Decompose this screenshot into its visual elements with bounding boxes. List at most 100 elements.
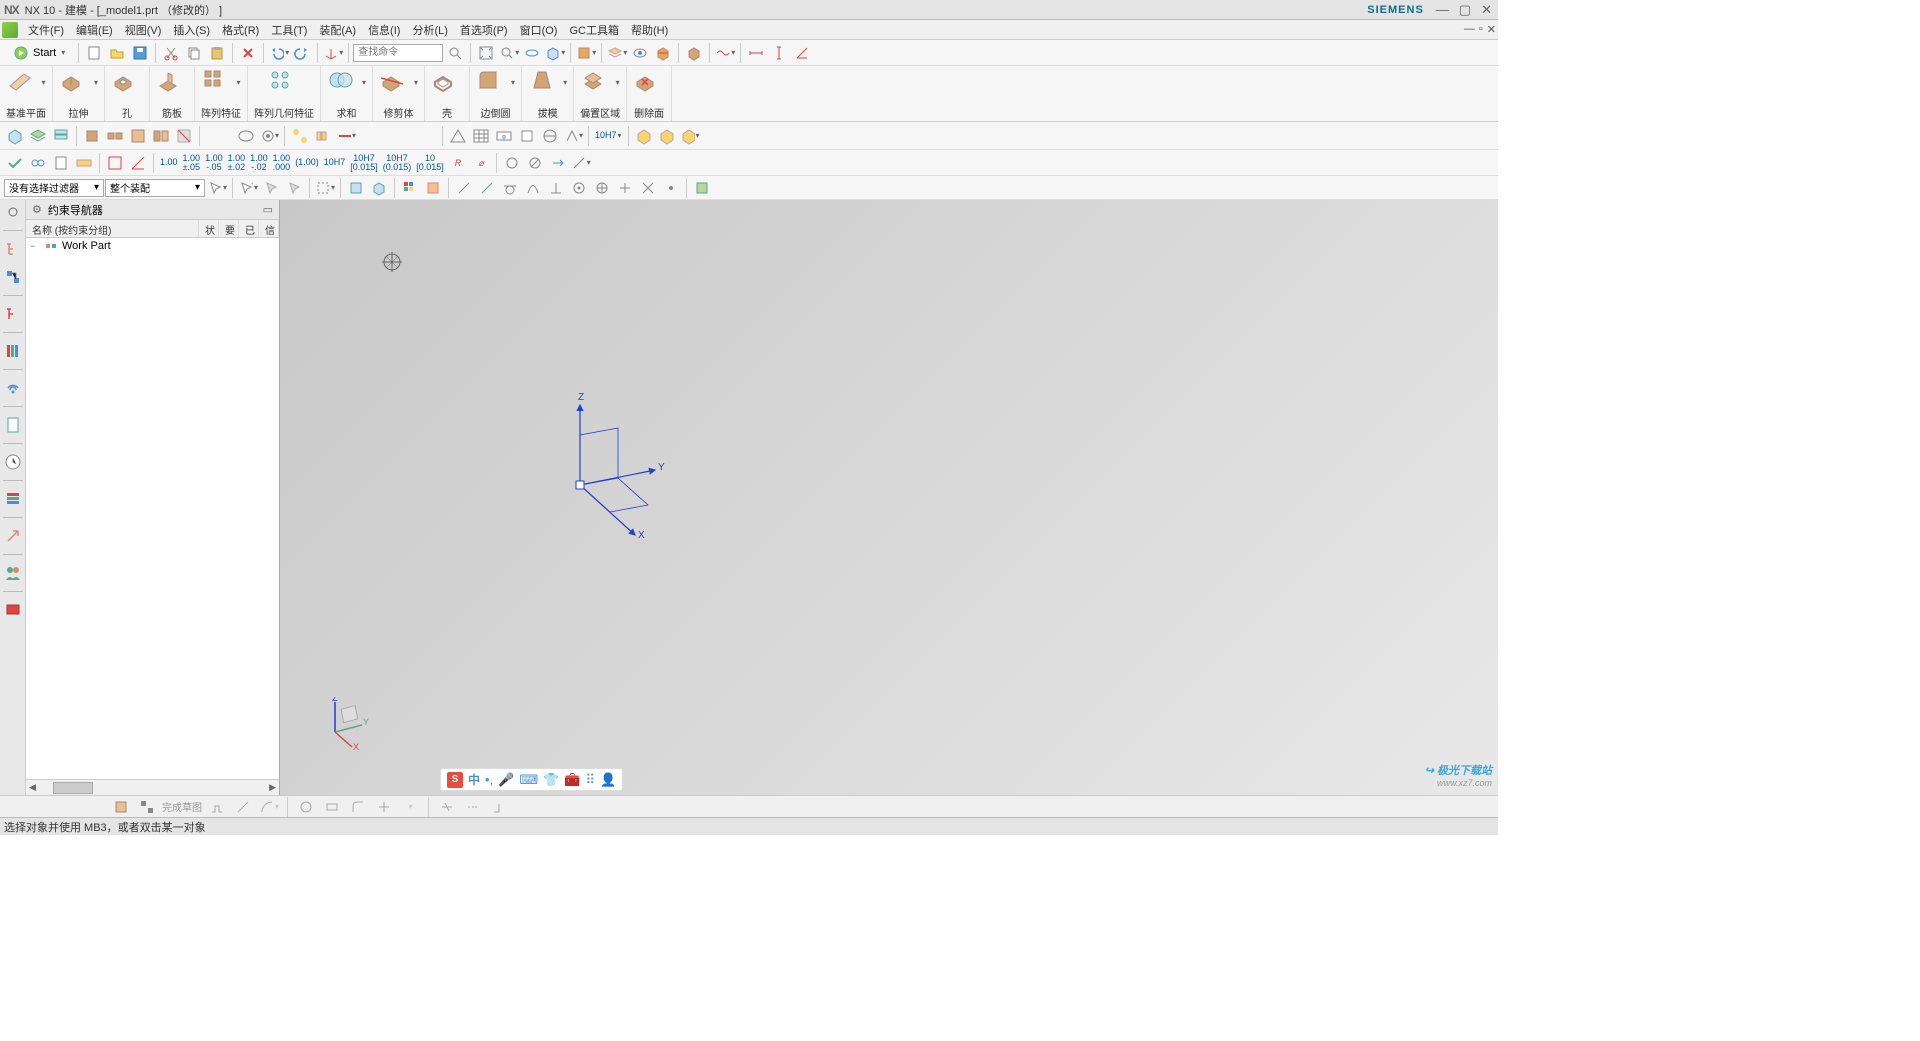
ribbon-offset-region[interactable]: ▾ 偏置区域 bbox=[574, 66, 627, 121]
dim-style-7[interactable]: (1.00) bbox=[293, 158, 321, 167]
sel-quad[interactable] bbox=[591, 177, 613, 199]
sk-corner[interactable] bbox=[488, 796, 510, 818]
sb-process[interactable] bbox=[3, 489, 23, 509]
selection-filter-combo[interactable]: 没有选择过滤器▾ bbox=[4, 179, 104, 197]
nav-col-status[interactable]: 状 bbox=[199, 220, 219, 237]
dim-style-3[interactable]: 1.00 -.05 bbox=[203, 154, 225, 172]
sketch-finish[interactable] bbox=[110, 796, 132, 818]
ribbon-hole[interactable]: 孔 bbox=[105, 66, 150, 121]
tb4-circ2[interactable] bbox=[524, 152, 546, 174]
sk-line[interactable] bbox=[232, 796, 254, 818]
tb3-btn-12[interactable] bbox=[312, 125, 334, 147]
sb-part-nav[interactable] bbox=[3, 239, 23, 259]
sk-arc[interactable]: ▾ bbox=[258, 796, 280, 818]
command-search-input[interactable] bbox=[353, 44, 443, 62]
menu-gctoolbox[interactable]: GC工具箱 bbox=[563, 20, 625, 40]
sel-line1[interactable] bbox=[453, 177, 475, 199]
tb4-frame[interactable] bbox=[104, 152, 126, 174]
tb4-b6[interactable] bbox=[127, 152, 149, 174]
sk-trim[interactable] bbox=[436, 796, 458, 818]
ribbon-pattern-geometry[interactable]: 阵列几何特征 bbox=[248, 66, 321, 121]
menu-view[interactable]: 视图(V) bbox=[119, 20, 168, 40]
dim-style-6[interactable]: 1.00 .000 bbox=[271, 154, 293, 172]
tb4-r2[interactable]: ⌀ bbox=[470, 152, 492, 174]
sel-curve[interactable] bbox=[522, 177, 544, 199]
paste-button[interactable] bbox=[206, 42, 228, 64]
tb3-cube3[interactable]: ▾ bbox=[679, 125, 701, 147]
sel-plus[interactable] bbox=[614, 177, 636, 199]
tb3-table[interactable] bbox=[470, 125, 492, 147]
menu-tools[interactable]: 工具(T) bbox=[265, 20, 313, 40]
sel-body[interactable] bbox=[368, 177, 390, 199]
nav-h-scrollbar[interactable]: ◀ ▶ bbox=[26, 779, 279, 795]
maximize-button[interactable]: ▢ bbox=[1457, 2, 1473, 18]
sk-point[interactable] bbox=[373, 796, 395, 818]
delete-button[interactable] bbox=[237, 42, 259, 64]
dim-style-5[interactable]: 1.00 -.02 bbox=[248, 154, 270, 172]
new-button[interactable] bbox=[83, 42, 105, 64]
ribbon-extrude[interactable]: ▾ 拉伸 bbox=[53, 66, 105, 121]
sub-restore-button[interactable]: ▫ bbox=[1479, 23, 1483, 36]
search-go-button[interactable] bbox=[444, 42, 466, 64]
sk-fillet[interactable] bbox=[347, 796, 369, 818]
scroll-right-arrow[interactable]: ▶ bbox=[266, 782, 279, 793]
ribbon-rib[interactable]: 筋板 bbox=[150, 66, 195, 121]
sb-hd3d[interactable] bbox=[3, 378, 23, 398]
menu-help[interactable]: 帮助(H) bbox=[625, 20, 674, 40]
tb3-cube2[interactable] bbox=[656, 125, 678, 147]
sb-manuf[interactable] bbox=[3, 526, 23, 546]
ime-logo-icon[interactable]: S bbox=[447, 772, 463, 788]
nav-col-req[interactable]: 要 bbox=[219, 220, 239, 237]
menu-format[interactable]: 格式(R) bbox=[216, 20, 265, 40]
tb4-line3[interactable]: ▾ bbox=[570, 152, 592, 174]
tb3-tol4[interactable]: ▾ bbox=[562, 125, 584, 147]
dim-a-button[interactable] bbox=[791, 42, 813, 64]
tb4-b4[interactable] bbox=[73, 152, 95, 174]
nav-col-name[interactable]: 名称 (按约束分组) bbox=[26, 220, 199, 237]
edit-section-button[interactable] bbox=[652, 42, 674, 64]
tb3-btn-2[interactable] bbox=[27, 125, 49, 147]
sel-perp[interactable] bbox=[545, 177, 567, 199]
menu-edit[interactable]: 编辑(E) bbox=[70, 20, 119, 40]
tree-row-workpart[interactable]: − Work Part bbox=[26, 238, 279, 254]
sb-sys[interactable] bbox=[3, 600, 23, 620]
ribbon-datum-plane[interactable]: ▾ 基准平面 bbox=[0, 66, 53, 121]
save-button[interactable] bbox=[129, 42, 151, 64]
sel-b1[interactable]: ▾ bbox=[206, 177, 228, 199]
ribbon-unite[interactable]: ▾ 求和 bbox=[321, 66, 373, 121]
sel-snap[interactable] bbox=[691, 177, 713, 199]
ribbon-shell[interactable]: 壳 bbox=[425, 66, 470, 121]
nav-col-done[interactable]: 已 bbox=[239, 220, 259, 237]
nav-settings-icon[interactable]: ⚙ bbox=[32, 203, 42, 216]
menu-preferences[interactable]: 首选项(P) bbox=[454, 20, 514, 40]
dim-style-9[interactable]: 10H7 [0.015] bbox=[348, 154, 380, 172]
redo-button[interactable] bbox=[291, 42, 313, 64]
sel-line3[interactable] bbox=[499, 177, 521, 199]
ime-skin-icon[interactable]: 👕 bbox=[543, 772, 559, 788]
tb3-btn-7[interactable] bbox=[150, 125, 172, 147]
rotate-button[interactable] bbox=[521, 42, 543, 64]
zoom-button[interactable]: ▾ bbox=[498, 42, 520, 64]
tool-button-1[interactable] bbox=[683, 42, 705, 64]
tb3-triangle[interactable] bbox=[447, 125, 469, 147]
sb-browser[interactable] bbox=[3, 415, 23, 435]
tb3-btn-1[interactable] bbox=[4, 125, 26, 147]
ime-lang-button[interactable]: 中 bbox=[468, 771, 480, 788]
scroll-thumb[interactable] bbox=[53, 782, 93, 794]
shaded-wireframe-button[interactable]: ▾ bbox=[544, 42, 566, 64]
ime-user-icon[interactable]: 👤 bbox=[600, 772, 616, 788]
tb4-arrow[interactable] bbox=[547, 152, 569, 174]
sk-profile[interactable] bbox=[206, 796, 228, 818]
dim-style-1[interactable]: 1.00 bbox=[158, 158, 180, 167]
sel-line2[interactable] bbox=[476, 177, 498, 199]
menu-information[interactable]: 信息(I) bbox=[362, 20, 406, 40]
fit-button[interactable] bbox=[475, 42, 497, 64]
sel-hl1[interactable] bbox=[422, 177, 444, 199]
sel-b2[interactable]: +▾ bbox=[237, 177, 259, 199]
tb3-tol2[interactable] bbox=[516, 125, 538, 147]
close-button[interactable]: ✕ bbox=[1479, 2, 1494, 18]
dim-style-11[interactable]: 10 [0.015] bbox=[414, 154, 446, 172]
sb-reuse[interactable] bbox=[3, 341, 23, 361]
ribbon-edge-blend[interactable]: ▾ 边倒圆 bbox=[470, 66, 522, 121]
sel-face[interactable] bbox=[345, 177, 367, 199]
